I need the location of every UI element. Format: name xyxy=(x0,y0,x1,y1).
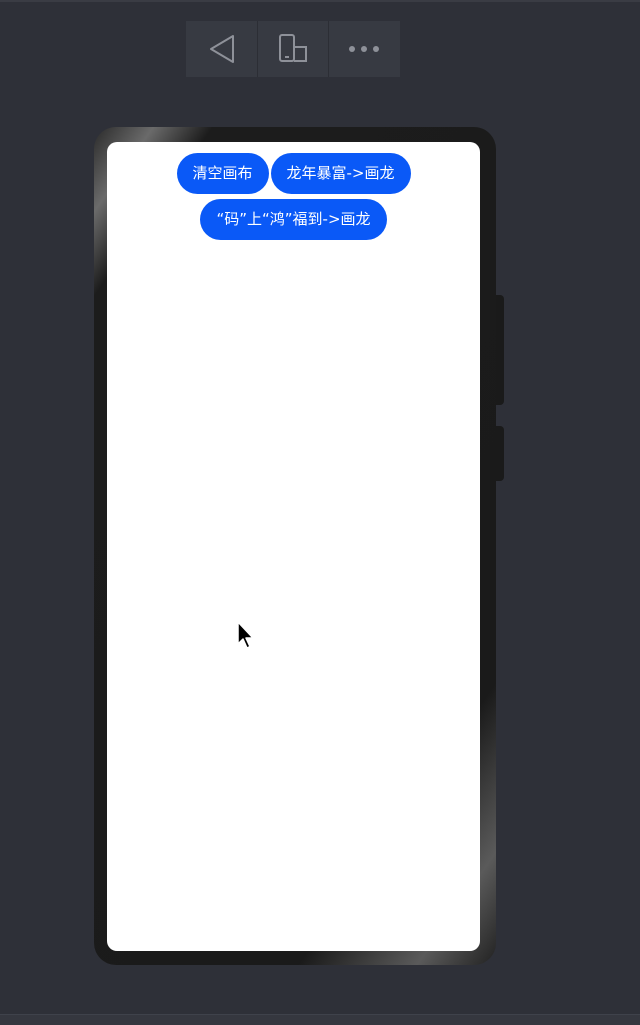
volume-button[interactable] xyxy=(496,295,504,405)
draw-dragon-harmony-button[interactable]: “码”上“鸿”福到->画龙 xyxy=(200,199,387,240)
drawing-canvas[interactable] xyxy=(107,252,480,951)
more-options-button[interactable] xyxy=(328,21,399,77)
button-row-top: 清空画布 龙年暴富->画龙 xyxy=(107,153,480,194)
window-top-edge xyxy=(0,0,640,2)
emulator-window: 清空画布 龙年暴富->画龙 “码”上“鸿”福到->画龙 xyxy=(0,0,640,1025)
more-dots-icon xyxy=(349,46,379,52)
device-rotate-icon xyxy=(279,34,307,62)
power-button[interactable] xyxy=(496,426,504,481)
mouse-pointer-icon xyxy=(237,621,254,649)
draw-dragon-year-button[interactable]: 龙年暴富->画龙 xyxy=(270,153,411,194)
button-row-bottom: “码”上“鸿”福到->画龙 xyxy=(107,199,480,240)
back-triangle-icon xyxy=(209,35,234,63)
rotate-device-button[interactable] xyxy=(257,21,328,77)
window-bottom-edge xyxy=(0,1014,640,1025)
clear-canvas-button[interactable]: 清空画布 xyxy=(176,153,269,194)
emulator-toolbar xyxy=(186,21,400,77)
phone-screen: 清空画布 龙年暴富->画龙 “码”上“鸿”福到->画龙 xyxy=(107,142,480,951)
back-button[interactable] xyxy=(186,21,257,77)
